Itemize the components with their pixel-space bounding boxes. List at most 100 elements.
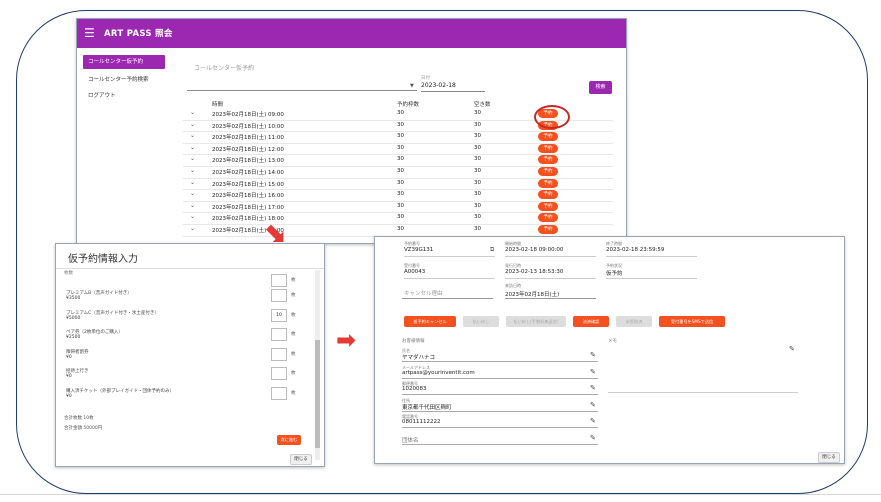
qty-input[interactable] — [271, 328, 287, 341]
reserve-button[interactable]: 予約 — [538, 155, 558, 165]
hamburger-menu-icon[interactable]: ☰ — [84, 26, 95, 40]
row-reserved: 30 — [397, 191, 404, 198]
close-button[interactable]: 閉じる — [290, 454, 312, 465]
expand-chevron-icon[interactable]: ⌄ — [190, 132, 195, 139]
cancel-reason-underline — [402, 298, 493, 299]
expand-chevron-icon[interactable]: ⌄ — [190, 179, 195, 186]
sidebar-item-logout[interactable]: ログアウト — [88, 91, 116, 99]
field-underline — [505, 256, 596, 257]
row-reserved: 30 — [397, 121, 404, 128]
refund-no-fee-button[interactable]: 払い戻し(手数料無返金) — [506, 316, 566, 327]
edit-pencil-icon[interactable]: ✎ — [590, 401, 596, 409]
sidebar-item-callcenter-reserve[interactable]: コールセンター仮予約 — [83, 55, 165, 69]
venue-select[interactable] — [187, 90, 417, 91]
ticket-price: ¥2500 — [66, 335, 81, 340]
unreceived-button[interactable]: 未受取済 — [616, 316, 652, 327]
expand-chevron-icon[interactable]: ⌄ — [190, 202, 195, 209]
reserve-button[interactable]: 予約 — [538, 213, 558, 223]
row-reserved: 30 — [397, 168, 404, 174]
expand-chevron-icon[interactable]: ⌄ — [190, 155, 195, 162]
sidebar-item-callcenter-search[interactable]: コールセンター予約検索 — [88, 75, 149, 83]
header-time: 時間 — [212, 102, 224, 108]
edit-pencil-icon[interactable]: ✎ — [590, 368, 596, 376]
qty-unit: 枚 — [291, 351, 296, 357]
customer-value[interactable]: 東京都千代田区麹町 — [402, 403, 452, 411]
field-value: 2023-02-13 18:53:30 — [505, 269, 564, 275]
row-reserved: 30 — [397, 110, 404, 116]
expand-chevron-icon[interactable]: ⌄ — [190, 109, 195, 116]
row-available: 30 — [474, 191, 481, 198]
row-available: 30 — [474, 202, 481, 209]
field-value: VZ39G131 — [404, 247, 434, 253]
search-button[interactable]: 検索 — [589, 81, 612, 94]
count-label: 枚数 — [64, 271, 73, 276]
edit-pencil-icon[interactable]: ✎ — [590, 434, 596, 442]
field-value: 2023-02-18 09:00:00 — [505, 247, 564, 253]
row-reserved: 30 — [397, 156, 404, 163]
customer-value[interactable]: ヤマダハナコ — [402, 353, 435, 361]
edit-pencil-icon[interactable]: ✎ — [590, 384, 596, 392]
row-reserved: 30 — [397, 202, 404, 209]
ticket-price: ¥0 — [66, 393, 72, 399]
reserve-button[interactable]: 予約 — [538, 178, 558, 188]
dropdown-arrow-icon[interactable]: ▼ — [410, 83, 414, 89]
qty-input[interactable] — [271, 367, 287, 380]
field-value: A00043 — [404, 269, 426, 275]
date-underline — [421, 91, 485, 92]
edit-pencil-icon[interactable]: ✎ — [590, 351, 596, 359]
reserve-button[interactable]: 予約 — [538, 132, 558, 142]
qty-unit: 枚 — [291, 312, 296, 318]
reserve-button[interactable]: 予約 — [538, 190, 558, 200]
qty-input[interactable] — [271, 386, 287, 400]
close-button[interactable]: 閉じる — [818, 452, 840, 463]
copy-icon[interactable]: ⧉ — [490, 246, 494, 254]
field-underline — [505, 278, 596, 279]
expand-chevron-icon[interactable]: ⌄ — [190, 225, 195, 232]
row-time: 2023年02月18日(土) 09:00 — [212, 112, 284, 118]
next-button[interactable]: 次に進む — [277, 435, 301, 445]
qty-unit: 枚 — [291, 390, 296, 396]
row-reserved: 30 — [397, 226, 404, 232]
reserve-button[interactable]: 予約 — [538, 167, 558, 176]
field-underline — [404, 278, 495, 279]
total-count: 合計枚数 10枚 — [64, 416, 94, 421]
cancel-reason-input[interactable]: キャンセル理由 — [404, 289, 443, 297]
qty-input[interactable]: 10 — [271, 308, 287, 322]
expand-chevron-icon[interactable]: ⌄ — [190, 121, 195, 128]
row-time: 2023年02月18日(土) 14:00 — [212, 170, 284, 176]
expand-chevron-icon[interactable]: ⌄ — [190, 213, 195, 220]
dialog-divider — [56, 268, 324, 269]
row-available: 30 — [474, 110, 481, 116]
qty-input[interactable] — [271, 289, 287, 302]
customer-value[interactable]: 1020083 — [402, 386, 427, 392]
customer-value[interactable]: artpass@yourinventit.com — [402, 370, 475, 376]
customer-value[interactable]: 団体名 — [402, 436, 419, 444]
memo-edit-pencil-icon[interactable]: ✎ — [789, 345, 795, 353]
app-title: ART PASS 照会 — [104, 29, 173, 39]
reserve-button[interactable]: 予約 — [538, 225, 558, 234]
row-time: 2023年02月18日(土) 15:00 — [212, 181, 284, 188]
scrollbar-thumb[interactable] — [315, 340, 320, 448]
table-row: ⌄ 2023年02月18日(土) 19:00 30 30 予約 — [183, 224, 613, 237]
row-available: 30 — [474, 168, 481, 174]
date-input[interactable]: 2023-02-18 — [421, 82, 456, 89]
refund-button[interactable]: 払い戻し — [463, 316, 499, 327]
reserve-button[interactable]: 予約 — [538, 201, 558, 211]
qty-input[interactable] — [271, 347, 287, 361]
send-sms-button[interactable]: 受付番号をSMSで送信 — [659, 316, 725, 327]
section-title: コールセンター仮予約 — [194, 65, 255, 72]
edit-pencil-icon[interactable]: ✎ — [590, 417, 596, 425]
expand-chevron-icon[interactable]: ⌄ — [190, 167, 195, 174]
qty-input[interactable] — [271, 274, 287, 287]
customer-underline — [402, 377, 598, 379]
payment-confirm-button[interactable]: 決済確認 — [573, 316, 609, 327]
dialog-title: 仮予約情報入力 — [68, 254, 138, 265]
cancel-reservation-button[interactable]: 仮予約キャンセル — [404, 316, 456, 327]
expand-chevron-icon[interactable]: ⌄ — [190, 190, 195, 197]
row-available: 30 — [474, 121, 481, 128]
expand-chevron-icon[interactable]: ⌄ — [190, 144, 195, 151]
reserve-button[interactable]: 予約 — [538, 143, 558, 153]
row-available: 30 — [474, 226, 481, 232]
customer-value[interactable]: 08011112222 — [402, 419, 441, 425]
customer-underline — [402, 394, 598, 395]
